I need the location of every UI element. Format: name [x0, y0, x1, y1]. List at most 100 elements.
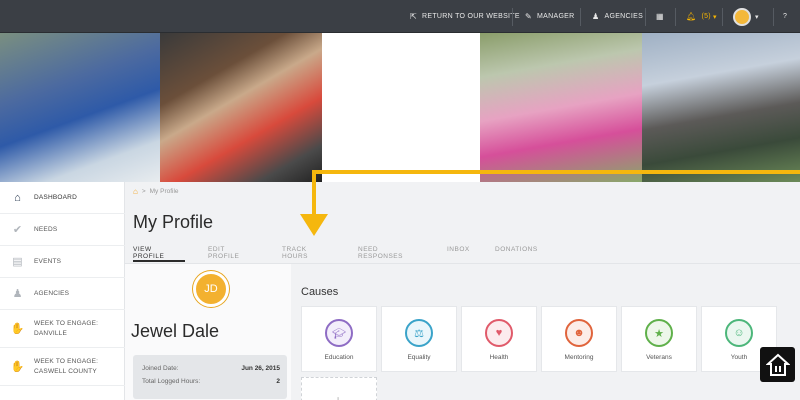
star-shield-icon: ★	[645, 319, 673, 347]
joined-date-row: Joined Date: Jun 26, 2015	[142, 365, 280, 372]
cause-card-equality[interactable]: ⚖ Equality	[381, 306, 457, 372]
user-menu-button[interactable]: ▾	[733, 0, 759, 33]
tab-inbox[interactable]: INBOX	[447, 246, 470, 253]
page-title: My Profile	[133, 212, 214, 232]
sidebar-item-needs[interactable]: ✔ NEEDS	[0, 214, 125, 246]
banner-photo	[0, 33, 160, 182]
cause-label: Health	[489, 354, 509, 361]
joined-date-label: Joined Date:	[142, 365, 179, 372]
logged-hours-value: 2	[276, 378, 280, 385]
annotation-arrow-head	[300, 214, 328, 236]
calendar-button[interactable]: ▦	[656, 0, 669, 33]
cause-card-mentoring[interactable]: ☻ Mentoring	[541, 306, 617, 372]
divider	[675, 8, 676, 26]
help-button[interactable]: ?	[783, 0, 787, 33]
cause-card-education[interactable]: 🎓︎ Education	[301, 306, 377, 372]
return-to-website-label: RETURN TO OUR WEBSITE	[422, 13, 520, 20]
divider	[580, 8, 581, 26]
sidebar-item-label: AGENCIES	[34, 289, 70, 297]
brand-logo[interactable]	[760, 347, 795, 382]
tab-edit-profile[interactable]: EDIT PROFILE	[208, 246, 239, 260]
graduation-cap-icon: 🎓︎	[325, 319, 353, 347]
breadcrumb-separator: >	[141, 188, 146, 195]
caret-down-icon: ▾	[755, 13, 759, 21]
agencies-label: AGENCIES	[604, 13, 644, 20]
tab-need-responses[interactable]: NEED RESPONSES	[358, 246, 403, 260]
active-tab-indicator	[133, 260, 185, 262]
cause-card-veterans[interactable]: ★ Veterans	[621, 306, 697, 372]
top-navigation-bar: ⇱ RETURN TO OUR WEBSITE ✎ MANAGER ♟ AGEN…	[0, 0, 800, 33]
sidebar: ⌂ DASHBOARD ✔ NEEDS ▤ EVENTS ♟ AGENCIES …	[0, 182, 125, 400]
banner-logo-panel	[322, 33, 790, 182]
cause-label: Veterans	[646, 354, 672, 361]
children-icon: ☺	[725, 319, 753, 347]
notifications-button[interactable]: 🔔︎ (5) ▾	[686, 0, 717, 33]
agencies-link[interactable]: ♟ AGENCIES	[592, 0, 643, 33]
bell-icon: 🔔︎	[686, 12, 697, 21]
sidebar-item-agencies[interactable]: ♟ AGENCIES	[0, 278, 125, 310]
main-content: ⌂ > My Profile My Profile VIEW PROFILE E…	[125, 182, 800, 400]
calendar-icon: ▦	[656, 12, 664, 21]
logged-hours-label: Total Logged Hours:	[142, 378, 201, 385]
cause-label: Mentoring	[564, 354, 594, 361]
scales-icon: ⚖	[405, 319, 433, 347]
wrench-icon: ✎	[525, 12, 533, 21]
sidebar-item-week-to-engage-caswell[interactable]: ✋ WEEK TO ENGAGE: CASWELL COUNTY	[0, 348, 125, 386]
caret-down-icon: ▾	[712, 13, 717, 21]
cause-card-health[interactable]: ♥ Health	[461, 306, 537, 372]
sidebar-item-dashboard[interactable]: ⌂ DASHBOARD	[0, 182, 125, 214]
breadcrumb: ⌂ > My Profile	[133, 187, 179, 196]
tab-view-profile[interactable]: VIEW PROFILE	[133, 246, 164, 260]
profile-stats: Joined Date: Jun 26, 2015 Total Logged H…	[133, 355, 287, 399]
check-circle-icon: ✔	[12, 224, 23, 236]
avatar: JD	[193, 271, 229, 307]
home-icon[interactable]: ⌂	[133, 187, 138, 196]
banner-photo	[480, 33, 642, 182]
tab-track-hours[interactable]: TRACK HOURS	[282, 246, 308, 260]
house-logo-icon	[765, 353, 790, 376]
avatar	[733, 7, 751, 26]
users-icon: ♟	[592, 12, 600, 21]
causes-heading: Causes	[301, 286, 339, 298]
sidebar-item-label: WEEK TO ENGAGE: DANVILLE	[34, 319, 99, 337]
sidebar-item-label: DASHBOARD	[34, 193, 77, 201]
help-icon: ?	[783, 13, 788, 20]
joined-date-value: Jun 26, 2015	[241, 365, 280, 372]
heart-icon: ♥	[485, 319, 513, 347]
divider	[645, 8, 646, 26]
divider	[773, 8, 774, 26]
users-icon: ♟	[12, 288, 23, 300]
divider	[512, 8, 513, 26]
sidebar-item-label: NEEDS	[34, 225, 58, 233]
logged-hours-row: Total Logged Hours: 2	[142, 378, 280, 385]
mentor-icon: ☻	[565, 319, 593, 347]
plus-icon: +	[334, 392, 343, 400]
sidebar-item-events[interactable]: ▤ EVENTS	[0, 246, 125, 278]
cause-label: Equality	[407, 354, 431, 361]
cause-label: Education	[324, 354, 354, 361]
manager-link[interactable]: ✎ MANAGER	[525, 0, 575, 33]
divider	[722, 8, 723, 26]
annotation-arrow	[312, 170, 316, 218]
manager-label: MANAGER	[537, 13, 575, 20]
handshake-icon: ✋	[10, 323, 25, 335]
profile-name: Jewel Dale	[131, 321, 220, 341]
tab-donations[interactable]: DONATIONS	[495, 246, 538, 253]
calendar-icon: ▤	[12, 256, 23, 268]
sidebar-item-label: EVENTS	[34, 257, 62, 265]
banner	[0, 33, 800, 182]
banner-photo	[642, 33, 800, 182]
return-to-website-link[interactable]: ⇱ RETURN TO OUR WEBSITE	[410, 0, 520, 33]
handshake-icon: ✋	[10, 361, 25, 373]
banner-photo	[160, 33, 322, 182]
annotation-arrow	[312, 170, 800, 174]
sidebar-item-label: WEEK TO ENGAGE: CASWELL COUNTY	[34, 357, 99, 375]
notifications-count: (5)	[701, 13, 711, 20]
avatar-initials: JD	[204, 283, 218, 295]
sidebar-item-week-to-engage-danville[interactable]: ✋ WEEK TO ENGAGE: DANVILLE	[0, 310, 125, 348]
external-link-icon: ⇱	[410, 12, 418, 21]
breadcrumb-current: My Profile	[149, 188, 179, 195]
home-icon: ⌂	[14, 191, 21, 204]
add-cause-button[interactable]: +	[301, 377, 377, 400]
profile-card: JD Jewel Dale Joined Date: Jun 26, 2015 …	[125, 264, 291, 400]
